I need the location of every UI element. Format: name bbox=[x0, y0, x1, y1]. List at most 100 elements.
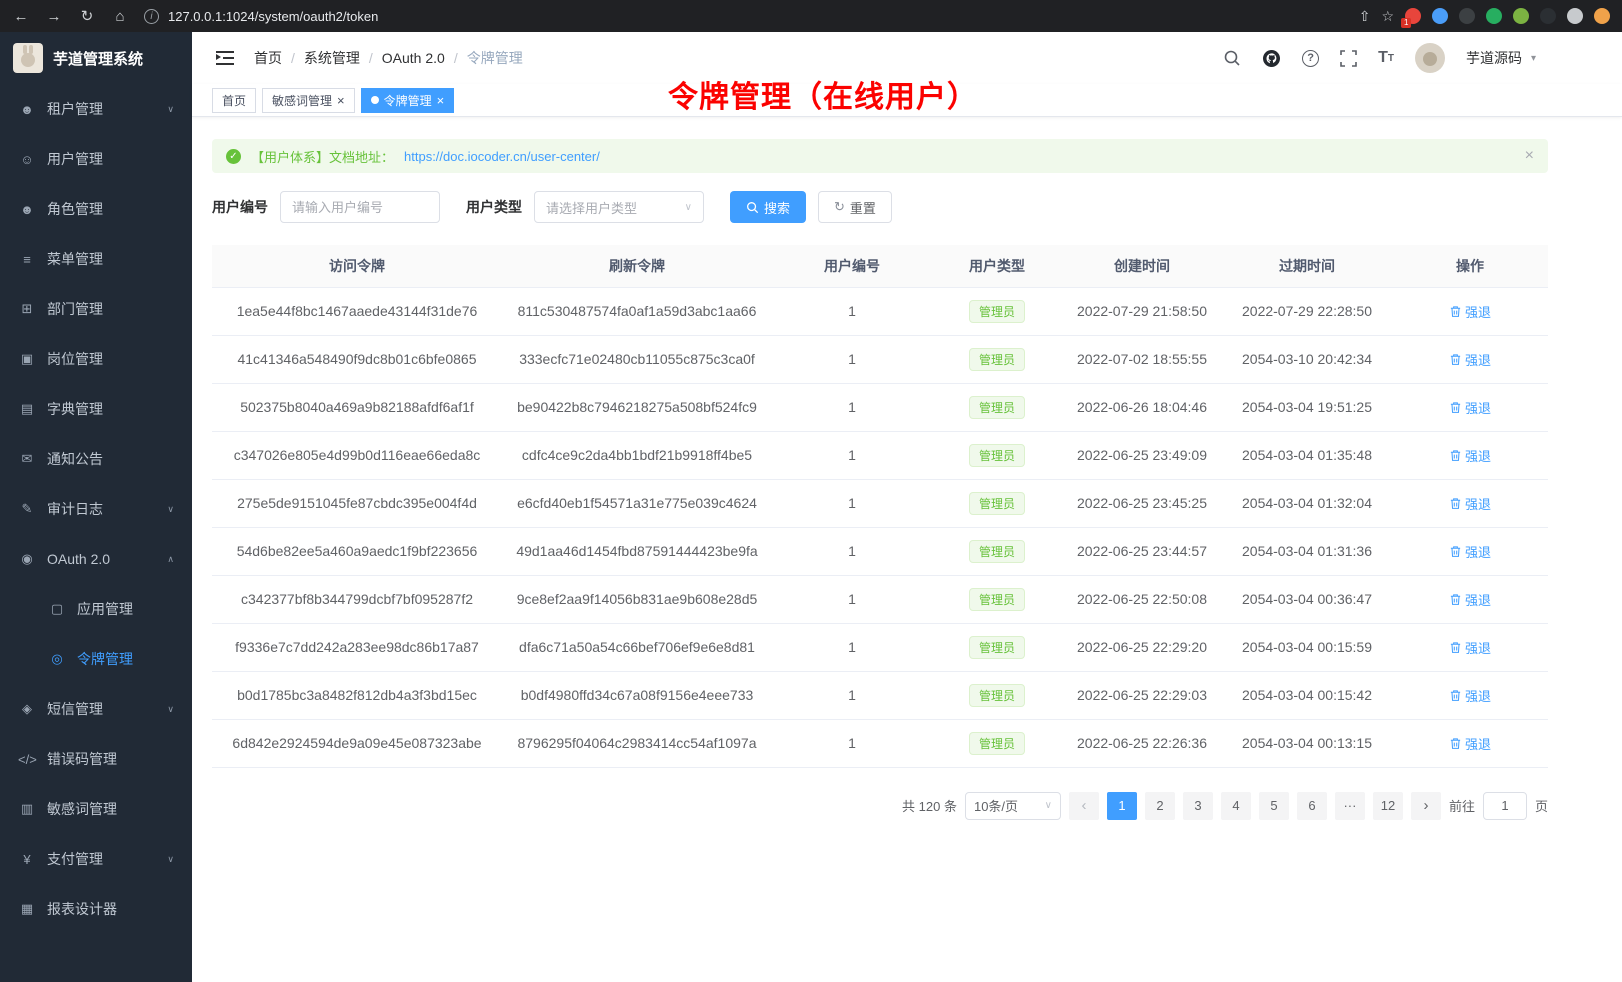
user-type-cell: 管理员 bbox=[932, 527, 1062, 575]
tab-1[interactable]: 敏感词管理× bbox=[262, 88, 355, 113]
user-id-input[interactable] bbox=[280, 191, 440, 223]
search-icon[interactable] bbox=[1223, 49, 1241, 67]
created-time-cell: 2022-06-25 22:29:03 bbox=[1062, 671, 1222, 719]
page-button-6[interactable]: 6 bbox=[1297, 792, 1327, 820]
font-size-icon[interactable]: TT bbox=[1378, 49, 1394, 67]
chevron-down-icon: ∨ bbox=[1045, 800, 1052, 811]
force-logout-button[interactable]: 强退 bbox=[1449, 398, 1491, 417]
search-button[interactable]: 搜索 bbox=[730, 191, 806, 223]
reset-button[interactable]: ↻ 重置 bbox=[818, 191, 892, 223]
sidebar-collapse-icon[interactable] bbox=[216, 50, 234, 66]
force-logout-button[interactable]: 强退 bbox=[1449, 542, 1491, 561]
sidebar-item-audit[interactable]: ✎审计日志∨ bbox=[0, 484, 192, 534]
user-avatar[interactable] bbox=[1415, 43, 1445, 73]
page-button-4[interactable]: 4 bbox=[1221, 792, 1251, 820]
sidebar-item-pay[interactable]: ¥支付管理∨ bbox=[0, 834, 192, 884]
app-window-icon: ▢ bbox=[48, 601, 66, 617]
fullscreen-icon[interactable] bbox=[1340, 50, 1357, 67]
sidebar-item-role[interactable]: ☻角色管理 bbox=[0, 184, 192, 234]
sidebar-item-sms[interactable]: ◈短信管理∨ bbox=[0, 684, 192, 734]
breadcrumb-item-1[interactable]: 系统管理 bbox=[304, 48, 360, 68]
reload-icon[interactable]: ↻ bbox=[78, 7, 96, 25]
dept-tree-icon: ⊞ bbox=[18, 301, 36, 317]
tab-label: 令牌管理 bbox=[384, 92, 432, 109]
url-text[interactable]: 127.0.0.1:1024/system/oauth2/token bbox=[168, 9, 378, 24]
prev-page-button[interactable]: ‹ bbox=[1069, 792, 1099, 820]
tab-close-icon[interactable]: × bbox=[337, 94, 345, 107]
user-type-cell: 管理员 bbox=[932, 431, 1062, 479]
extension-icon-dark[interactable] bbox=[1459, 8, 1475, 24]
post-badge-icon: ▣ bbox=[18, 351, 36, 367]
profile-avatar[interactable] bbox=[1594, 8, 1610, 24]
force-logout-button[interactable]: 强退 bbox=[1449, 638, 1491, 657]
help-icon[interactable]: ? bbox=[1302, 50, 1319, 67]
sidebar-item-dept[interactable]: ⊞部门管理 bbox=[0, 284, 192, 334]
goto-page-input[interactable] bbox=[1483, 792, 1527, 820]
sidebar-item-errorcode[interactable]: </>错误码管理 bbox=[0, 734, 192, 784]
sidebar-item-tenant[interactable]: ☻租户管理∨ bbox=[0, 84, 192, 134]
force-logout-button[interactable]: 强退 bbox=[1449, 302, 1491, 321]
page-button-3[interactable]: 3 bbox=[1183, 792, 1213, 820]
next-page-button[interactable]: › bbox=[1411, 792, 1441, 820]
extension-icon-lime[interactable] bbox=[1513, 8, 1529, 24]
force-logout-button[interactable]: 强退 bbox=[1449, 686, 1491, 705]
share-icon[interactable]: ⇧ bbox=[1359, 8, 1371, 25]
sidebar-item-label: 令牌管理 bbox=[77, 649, 133, 669]
caret-down-icon[interactable]: ▾ bbox=[1531, 53, 1536, 64]
sidebar-item-oauth-token[interactable]: ◎令牌管理 bbox=[0, 634, 192, 684]
page-button-12[interactable]: 12 bbox=[1373, 792, 1403, 820]
page-button-5[interactable]: 5 bbox=[1259, 792, 1289, 820]
site-info-icon[interactable]: i bbox=[144, 9, 159, 24]
force-logout-button[interactable]: 强退 bbox=[1449, 350, 1491, 369]
refresh-token-cell: e6cfd40eb1f54571a31e775e039c4624 bbox=[502, 479, 772, 527]
bookmark-star-icon[interactable]: ☆ bbox=[1381, 8, 1394, 25]
user-id-cell: 1 bbox=[772, 479, 932, 527]
github-icon[interactable] bbox=[1262, 49, 1281, 68]
sidebar-item-menu[interactable]: ≡菜单管理 bbox=[0, 234, 192, 284]
extension-icon-green[interactable] bbox=[1486, 8, 1502, 24]
expire-time-cell: 2054-03-04 01:35:48 bbox=[1222, 431, 1392, 479]
sidebar-item-dict[interactable]: ▤字典管理 bbox=[0, 384, 192, 434]
sidebar-item-user[interactable]: ☺用户管理 bbox=[0, 134, 192, 184]
page-more-button[interactable]: ··· bbox=[1335, 792, 1365, 820]
created-time-cell: 2022-07-02 18:55:55 bbox=[1062, 335, 1222, 383]
extension-icon-red-badge[interactable]: 1 bbox=[1405, 8, 1421, 24]
url-bar[interactable]: i 127.0.0.1:1024/system/oauth2/token bbox=[144, 9, 1344, 24]
oauth-chat-icon: ◉ bbox=[18, 551, 36, 567]
user-name[interactable]: 芋道源码 bbox=[1466, 48, 1522, 68]
extension-badge: 1 bbox=[1401, 18, 1411, 28]
banner-close-icon[interactable]: × bbox=[1525, 147, 1534, 165]
banner-doc-link[interactable]: https://doc.iocoder.cn/user-center/ bbox=[404, 149, 600, 164]
sidebar-item-report[interactable]: ▦报表设计器 bbox=[0, 884, 192, 934]
sidebar-item-oauth-app[interactable]: ▢应用管理 bbox=[0, 584, 192, 634]
force-logout-button[interactable]: 强退 bbox=[1449, 734, 1491, 753]
refresh-token-cell: 49d1aa46d1454fbd87591444423be9fa bbox=[502, 527, 772, 575]
breadcrumb-item-2[interactable]: OAuth 2.0 bbox=[382, 50, 445, 66]
force-logout-button[interactable]: 强退 bbox=[1449, 494, 1491, 513]
sidebar-item-notice[interactable]: ✉通知公告 bbox=[0, 434, 192, 484]
split-view-icon[interactable] bbox=[1567, 8, 1583, 24]
home-icon[interactable]: ⌂ bbox=[111, 8, 129, 25]
user-type-select[interactable]: 请选择用户类型 ∨ bbox=[534, 191, 704, 223]
extension-icon-black[interactable] bbox=[1540, 8, 1556, 24]
user-id-label: 用户编号 bbox=[212, 197, 268, 217]
page-size-select[interactable]: 10条/页 ∨ bbox=[965, 792, 1061, 820]
back-icon[interactable]: ← bbox=[12, 8, 30, 25]
breadcrumb-item-3: 令牌管理 bbox=[467, 48, 523, 68]
force-logout-button[interactable]: 强退 bbox=[1449, 446, 1491, 465]
breadcrumb-item-0[interactable]: 首页 bbox=[254, 48, 282, 68]
page-button-2[interactable]: 2 bbox=[1145, 792, 1175, 820]
expire-time-cell: 2054-03-04 01:32:04 bbox=[1222, 479, 1392, 527]
sidebar-item-post[interactable]: ▣岗位管理 bbox=[0, 334, 192, 384]
sidebar-item-oauth[interactable]: ◉OAuth 2.0∧ bbox=[0, 534, 192, 584]
chevron-down-icon: ∨ bbox=[167, 854, 174, 865]
forward-icon[interactable]: → bbox=[45, 8, 63, 25]
page-button-1[interactable]: 1 bbox=[1107, 792, 1137, 820]
user-type-cell: 管理员 bbox=[932, 719, 1062, 767]
tab-2[interactable]: 令牌管理 × bbox=[361, 88, 455, 113]
force-logout-button[interactable]: 强退 bbox=[1449, 590, 1491, 609]
tab-0[interactable]: 首页 bbox=[212, 88, 256, 113]
extension-icon-blue[interactable] bbox=[1432, 8, 1448, 24]
sidebar-item-sensitive[interactable]: ▥敏感词管理 bbox=[0, 784, 192, 834]
tab-close-icon[interactable]: × bbox=[437, 94, 445, 107]
